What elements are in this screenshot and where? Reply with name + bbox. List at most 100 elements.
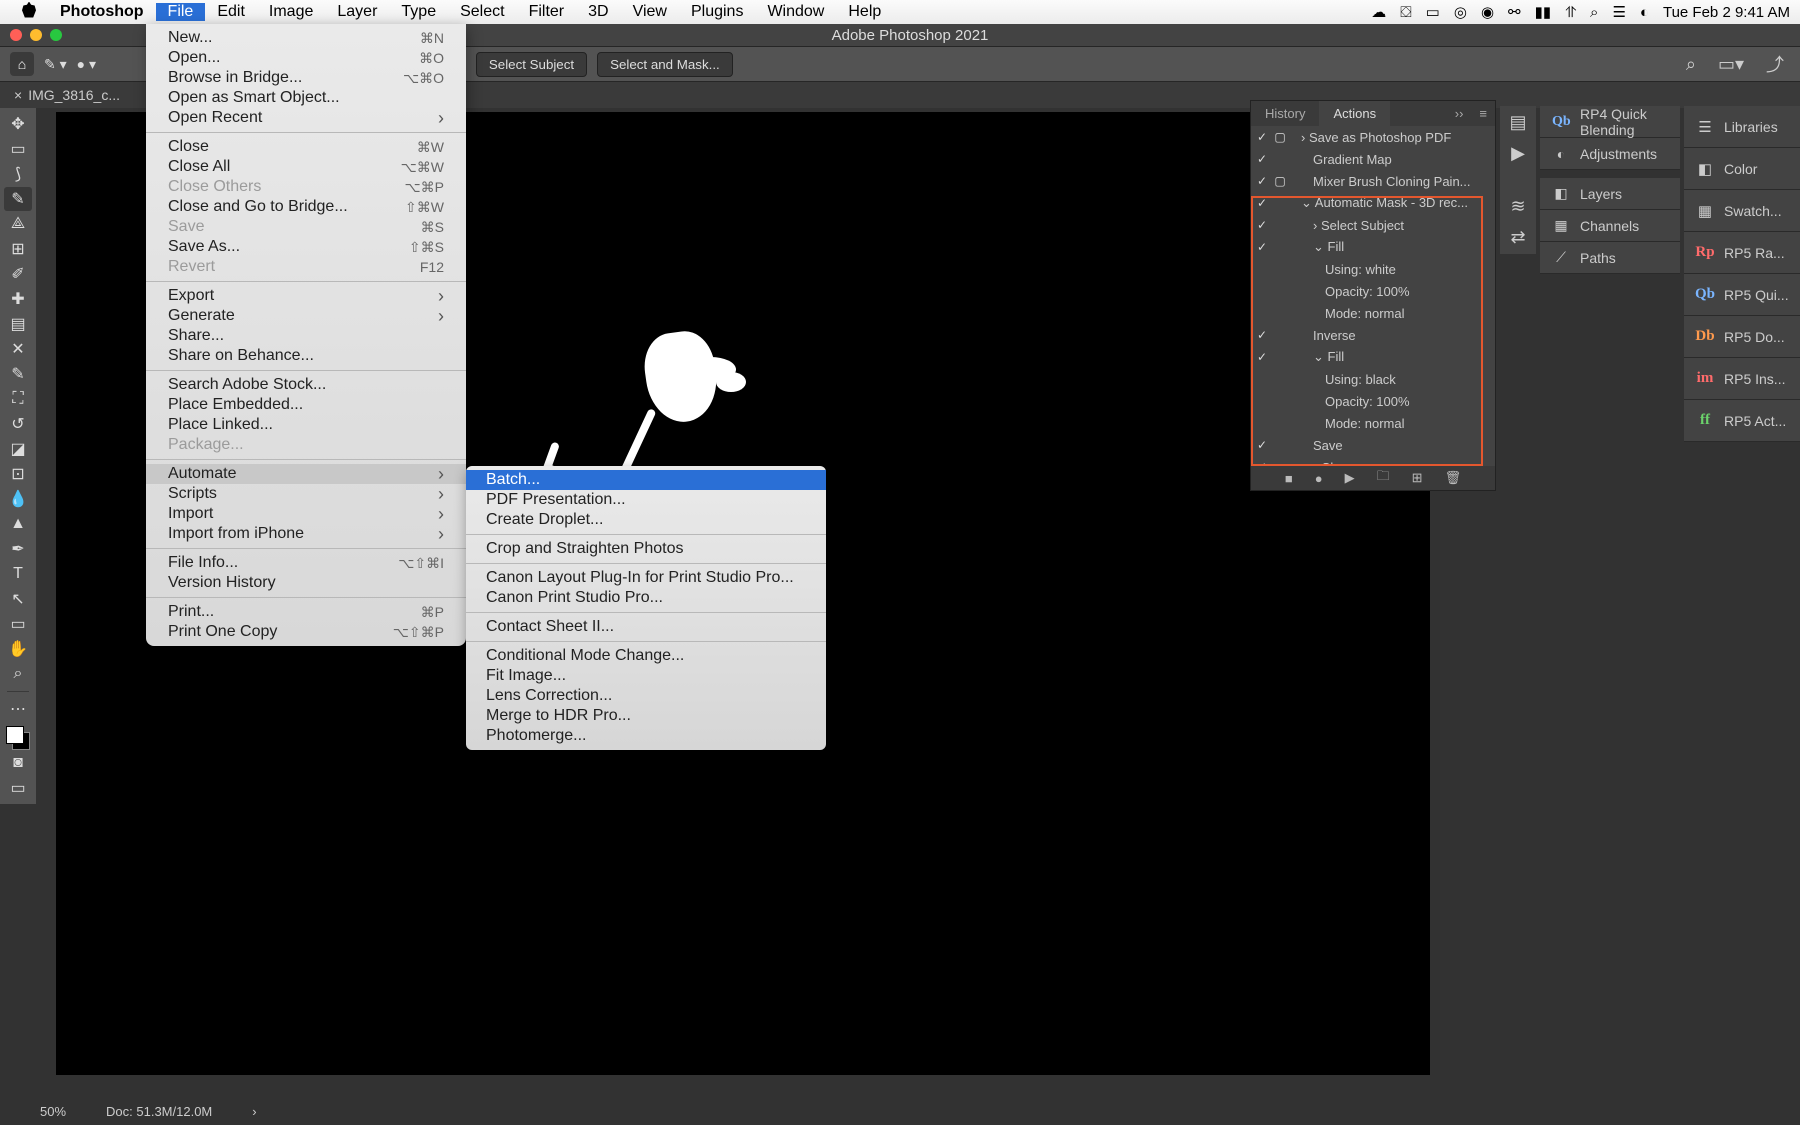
edit-toolbar[interactable]: ⋯ xyxy=(4,697,32,721)
menu-window[interactable]: Window xyxy=(755,3,836,21)
menu-item[interactable]: Version History xyxy=(146,573,466,593)
collapsed-panel[interactable]: imRP5 Ins... xyxy=(1684,358,1800,400)
menu-item[interactable]: Automate xyxy=(146,464,466,484)
panel-collapse-icon[interactable]: ›› xyxy=(1447,101,1472,126)
type-tool[interactable]: T xyxy=(4,562,32,586)
submenu-item[interactable]: Photomerge... xyxy=(466,726,826,746)
menu-item[interactable]: Generate xyxy=(146,306,466,326)
eraser-tool[interactable]: ◪ xyxy=(4,437,32,461)
panel-channels[interactable]: ▦Channels xyxy=(1540,210,1680,242)
quick-selection-tool[interactable]: ✎ xyxy=(4,187,32,211)
submenu-item[interactable]: Conditional Mode Change... xyxy=(466,646,826,666)
collapsed-panel[interactable]: ☰Libraries xyxy=(1684,106,1800,148)
action-row[interactable]: ✓Gradient Map xyxy=(1251,148,1495,170)
menu-edit[interactable]: Edit xyxy=(205,3,257,21)
blur-tool[interactable]: 💧 xyxy=(4,487,32,511)
select-and-mask-button[interactable]: Select and Mask... xyxy=(597,52,733,77)
cloud-icon[interactable]: ☁ xyxy=(1371,3,1386,21)
menu-item[interactable]: Place Embedded... xyxy=(146,395,466,415)
action-row[interactable]: ✓▢Mixer Brush Cloning Pain... xyxy=(1251,170,1495,192)
submenu-item[interactable]: PDF Presentation... xyxy=(466,490,826,510)
selection-tool[interactable]: ↖ xyxy=(4,587,32,611)
clock[interactable]: Tue Feb 2 9:41 AM xyxy=(1663,4,1790,21)
menu-item[interactable]: Save As...⇧⌘S xyxy=(146,237,466,257)
doc-size[interactable]: Doc: 51.3M/12.0M xyxy=(106,1104,212,1119)
menu-item[interactable]: Import from iPhone xyxy=(146,524,466,544)
stop-icon[interactable]: ■ xyxy=(1285,471,1293,486)
action-row[interactable]: Opacity: 100% xyxy=(1251,280,1495,302)
collapsed-panel[interactable]: ffRP5 Act... xyxy=(1684,400,1800,442)
share-icon[interactable]: ⤴ xyxy=(1760,51,1790,77)
settings-icon[interactable]: ⇄ xyxy=(1510,227,1525,248)
action-row[interactable]: Opacity: 100% xyxy=(1251,390,1495,412)
menu-help[interactable]: Help xyxy=(836,3,893,21)
trash-icon[interactable]: 🗑 xyxy=(1445,470,1462,486)
home-button[interactable]: ⌂ xyxy=(10,52,34,76)
document-tab[interactable]: ×IMG_3816_c... xyxy=(0,87,134,103)
gradient-tool[interactable]: ▤ xyxy=(4,312,32,336)
menu-item[interactable]: Print One Copy⌥⇧⌘P xyxy=(146,622,466,642)
minimize-window[interactable] xyxy=(30,29,42,41)
zoom-tool[interactable]: ⌕ xyxy=(4,662,32,686)
lasso-tool[interactable]: ⟆ xyxy=(4,162,32,186)
close-window[interactable] xyxy=(10,29,22,41)
panel-quickblend[interactable]: QbRP4 Quick Blending xyxy=(1540,106,1680,138)
action-row[interactable]: Using: white xyxy=(1251,258,1495,280)
panel-layers[interactable]: ◧Layers xyxy=(1540,178,1680,210)
action-row[interactable]: ✓› Close xyxy=(1251,456,1495,466)
target-icon[interactable]: ◎ xyxy=(1454,3,1467,21)
history-icon[interactable]: ▤ xyxy=(1509,112,1526,133)
new-icon[interactable]: ⊞ xyxy=(1412,470,1423,486)
eyedropper-tool[interactable]: ✐ xyxy=(4,262,32,286)
screenmode-tool[interactable]: ▭ xyxy=(4,776,32,800)
action-row[interactable]: Mode: normal xyxy=(1251,302,1495,324)
action-row[interactable]: ✓⌄ Automatic Mask - 3D rec... xyxy=(1251,192,1495,214)
menu-type[interactable]: Type xyxy=(389,3,448,21)
menu-view[interactable]: View xyxy=(621,3,679,21)
action-row[interactable]: ✓› Select Subject xyxy=(1251,214,1495,236)
menu-item[interactable]: Close All⌥⌘W xyxy=(146,157,466,177)
color-swatch[interactable] xyxy=(6,726,30,750)
action-row[interactable]: ✓▢› Save as Photoshop PDF xyxy=(1251,126,1495,148)
move-tool[interactable]: ✥ xyxy=(4,112,32,136)
crop-tool[interactable]: ⟁ xyxy=(4,212,32,236)
zoom-level[interactable]: 50% xyxy=(40,1104,66,1119)
menu-image[interactable]: Image xyxy=(257,3,325,21)
panel-menu-icon[interactable]: ≡ xyxy=(1471,101,1495,126)
action-row[interactable]: ✓⌄ Fill xyxy=(1251,346,1495,368)
menu-item[interactable]: Print...⌘P xyxy=(146,602,466,622)
apple-menu[interactable] xyxy=(10,2,48,23)
healing-tool[interactable]: ✚ xyxy=(4,287,32,311)
cc-icon[interactable]: ◉ xyxy=(1481,3,1494,21)
path-tool[interactable]: ⊡ xyxy=(4,462,32,486)
stamp-tool[interactable]: ⛶ xyxy=(4,387,32,411)
menu-item[interactable]: Search Adobe Stock... xyxy=(146,375,466,395)
tab-history[interactable]: History xyxy=(1251,101,1319,126)
collapsed-panel[interactable]: ▦Swatch... xyxy=(1684,190,1800,232)
panel-adjustments[interactable]: ◐Adjustments xyxy=(1540,138,1680,170)
adjust-icon[interactable]: ≋ xyxy=(1510,196,1525,217)
menu-3d[interactable]: 3D xyxy=(576,3,620,21)
brush-preset[interactable]: ● ▾ xyxy=(77,56,96,73)
play-icon[interactable]: ▶ xyxy=(1511,143,1525,164)
menu-item[interactable]: Browse in Bridge...⌥⌘O xyxy=(146,68,466,88)
frame-tool[interactable]: ⊞ xyxy=(4,237,32,261)
shape-tool[interactable]: ▭ xyxy=(4,612,32,636)
menu-item[interactable]: Close⌘W xyxy=(146,137,466,157)
history-brush-tool[interactable]: ↺ xyxy=(4,412,32,436)
action-row[interactable]: ✓Inverse xyxy=(1251,324,1495,346)
menu-select[interactable]: Select xyxy=(448,3,516,21)
menu-item[interactable]: Open as Smart Object... xyxy=(146,88,466,108)
battery-icon[interactable]: ▮▮ xyxy=(1535,3,1552,21)
folder-icon[interactable]: 🗀 xyxy=(1377,467,1390,489)
menu-item[interactable]: Open Recent xyxy=(146,108,466,128)
action-row[interactable]: Mode: normal xyxy=(1251,412,1495,434)
submenu-item[interactable]: Batch... xyxy=(466,470,826,490)
siri-icon[interactable]: ◐ xyxy=(1640,4,1649,21)
dodge-tool[interactable]: ▲ xyxy=(4,512,32,536)
submenu-item[interactable]: Crop and Straighten Photos xyxy=(466,539,826,559)
zoom-window[interactable] xyxy=(50,29,62,41)
control-center-icon[interactable]: ☰ xyxy=(1612,3,1625,21)
status-arrow[interactable]: › xyxy=(252,1104,256,1119)
menu-item[interactable]: Export xyxy=(146,286,466,306)
